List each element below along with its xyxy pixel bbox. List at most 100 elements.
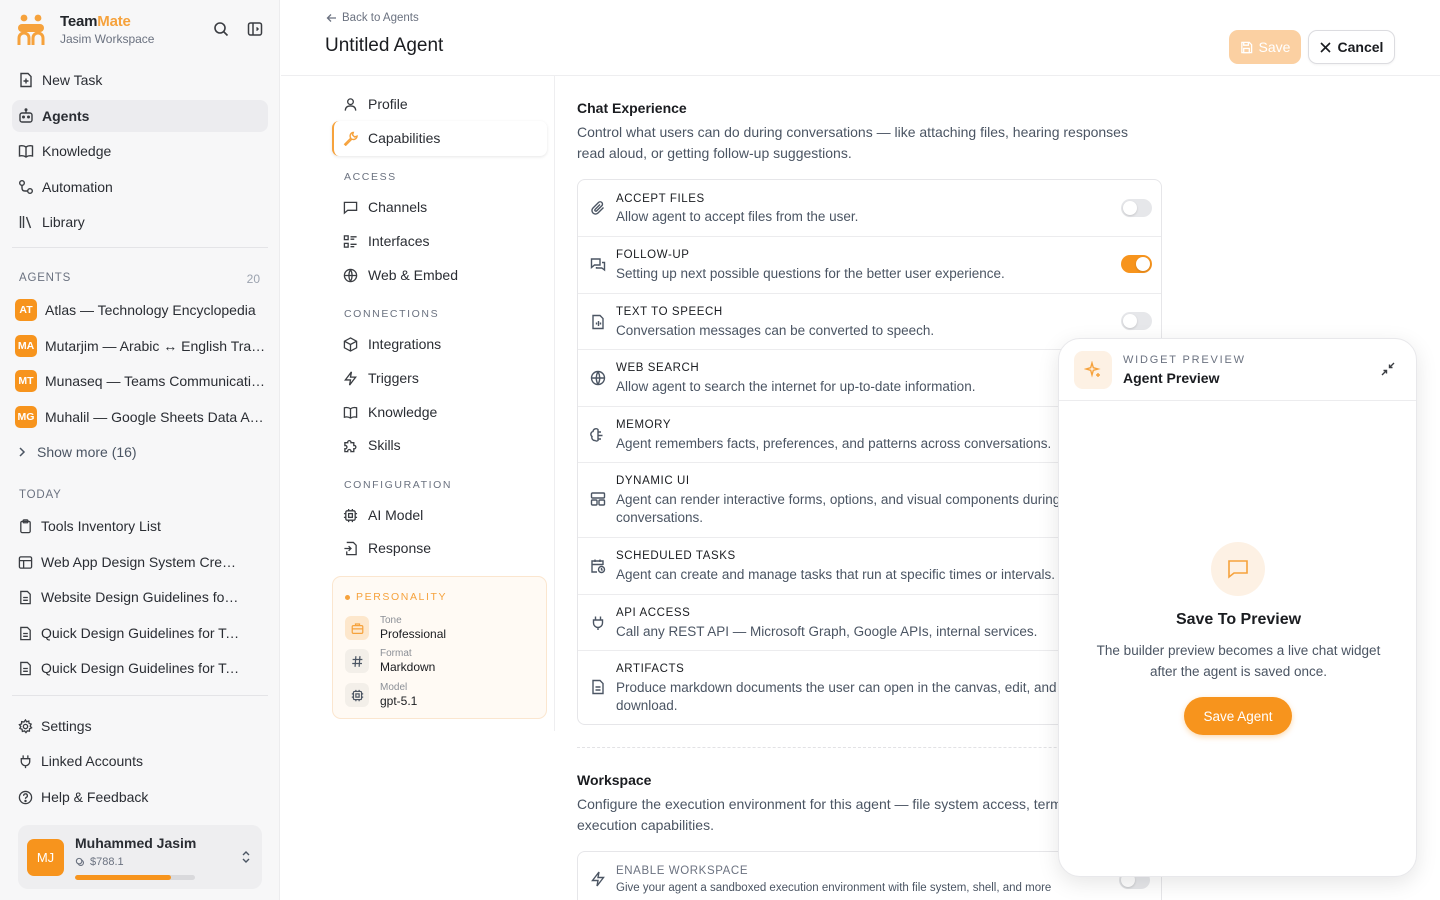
task-name: Website Design Guidelines for Teams	[41, 589, 243, 605]
response-icon	[343, 541, 358, 556]
document-icon	[18, 590, 33, 605]
settings-nav-triggers[interactable]: Triggers	[343, 366, 419, 390]
text-to-speech-toggle[interactable]	[1121, 312, 1152, 330]
cpu-icon	[343, 508, 358, 523]
toggle-knob	[1123, 201, 1137, 215]
capability-name: WEB SEARCH	[616, 362, 700, 374]
capability-description: Allow agent to search the internet for u…	[616, 379, 976, 394]
help-link[interactable]: Help & Feedback	[18, 786, 268, 808]
task-item[interactable]: Web App Design System Creation	[18, 551, 243, 573]
settings-nav-profile[interactable]: Profile	[343, 92, 408, 116]
task-item[interactable]: Quick Design Guidelines for Teams	[18, 622, 243, 644]
clipboard-icon	[18, 518, 33, 534]
back-to-agents-link[interactable]: Back to Agents	[326, 12, 419, 24]
sidebar-divider	[12, 695, 268, 696]
search-icon[interactable]	[213, 21, 229, 37]
brand-name: TeamMate	[60, 13, 154, 30]
header-divider	[281, 75, 1440, 76]
accept-files-toggle[interactable]	[1121, 199, 1152, 217]
personality-row-tone: Tone Professional	[345, 615, 446, 641]
save-button[interactable]: Save	[1229, 30, 1301, 64]
plug-icon	[18, 754, 33, 769]
task-item[interactable]: Quick Design Guidelines for Teams	[18, 657, 243, 679]
settings-nav-label: Triggers	[368, 370, 419, 386]
new-task-icon	[18, 72, 34, 88]
settings-nav-capabilities[interactable]: Capabilities	[343, 126, 440, 150]
nav-library[interactable]: Library	[12, 206, 268, 238]
teammate-logo-icon	[16, 12, 46, 46]
nav-label: Linked Accounts	[41, 753, 143, 769]
nav-label: New Task	[42, 72, 103, 88]
settings-nav-interfaces[interactable]: Interfaces	[343, 229, 429, 253]
agent-item[interactable]: MT Munaseq — Teams Communication Agent	[15, 369, 267, 393]
close-icon	[1319, 41, 1331, 53]
brand[interactable]: TeamMate Jasim Workspace	[16, 12, 154, 46]
settings-nav-label: Skills	[368, 437, 401, 453]
settings-nav-integrations[interactable]: Integrations	[343, 332, 441, 356]
capability-name: FOLLOW-UP	[616, 249, 690, 261]
collapse-sidebar-icon[interactable]	[247, 21, 263, 37]
nav-linked-accounts[interactable]: Linked Accounts	[18, 750, 268, 772]
task-item[interactable]: Website Design Guidelines for Teams	[18, 586, 243, 608]
nav-label: Knowledge	[42, 143, 112, 159]
calendar-clock-icon	[590, 558, 606, 574]
settings-nav-skills[interactable]: Skills	[343, 433, 401, 457]
settings-nav-label: Interfaces	[368, 233, 430, 249]
main-nav: New Task Agents Knowledge Automation Lib…	[12, 64, 268, 242]
show-more-agents[interactable]: Show more (16)	[18, 444, 137, 460]
settings-nav-label: AI Model	[368, 507, 424, 523]
personality-heading: PERSONALITY	[345, 591, 447, 603]
nav-help-feedback[interactable]: Help & Feedback	[18, 786, 268, 808]
settings-nav-label: Knowledge	[368, 404, 438, 420]
settings-nav-label: Web & Embed	[368, 267, 459, 283]
paperclip-icon	[590, 200, 606, 216]
agent-item[interactable]: AT Atlas — Technology Encyclopedia	[15, 298, 267, 322]
agent-item[interactable]: MG Muhalil — Google Sheets Data Analyst	[15, 405, 267, 429]
capability-description: Give your agent a sandboxed execution en…	[616, 882, 1052, 894]
save-agent-button[interactable]: Save Agent	[1184, 697, 1292, 735]
settings-nav-knowledge[interactable]: Knowledge	[343, 400, 437, 424]
hash-icon	[345, 649, 369, 673]
capability-description: Agent can create and manage tasks that r…	[616, 567, 1055, 582]
settings-nav-ai-model[interactable]: AI Model	[343, 503, 423, 527]
sidebar-top-actions	[213, 21, 263, 37]
settings-nav-web-embed[interactable]: Web & Embed	[343, 263, 458, 287]
chevron-up-down-icon[interactable]	[240, 849, 252, 865]
save-label: Save	[1258, 39, 1291, 55]
nav-knowledge[interactable]: Knowledge	[12, 135, 268, 167]
capability-name: TEXT TO SPEECH	[616, 306, 723, 318]
nav-automation[interactable]: Automation	[12, 171, 268, 203]
settings-nav-response[interactable]: Response	[343, 536, 431, 560]
chat-experience-title: Chat Experience	[577, 100, 687, 116]
minimize-icon[interactable]	[1380, 361, 1396, 377]
widget-preview-header: WIDGET PREVIEW Agent Preview	[1059, 339, 1416, 401]
task-item[interactable]: Tools Inventory List	[18, 515, 243, 537]
settings-nav-divider	[554, 76, 555, 731]
today-section-label: TODAY	[19, 489, 62, 501]
globe-icon	[590, 370, 606, 386]
agent-name: Munaseq — Teams Communication Agent	[45, 373, 267, 389]
capability-name: ARTIFACTS	[616, 663, 685, 675]
user-card[interactable]: MJ Muhammed Jasim $788.1	[18, 825, 262, 889]
follow-up-toggle[interactable]	[1121, 255, 1152, 273]
linked-accounts-link[interactable]: Linked Accounts	[18, 750, 268, 772]
settings-link[interactable]: Settings	[18, 715, 268, 737]
personality-value: gpt-5.1	[380, 694, 418, 708]
capability-description: Allow agent to accept files from the use…	[616, 209, 859, 224]
task-name: Web App Design System Creation	[41, 554, 243, 570]
cancel-button[interactable]: Cancel	[1308, 30, 1395, 64]
agent-item[interactable]: MA Mutarjim — Arabic ↔ English Translato…	[15, 334, 267, 358]
settings-nav-channels[interactable]: Channels	[343, 195, 427, 219]
cancel-label: Cancel	[1337, 39, 1384, 55]
library-icon	[18, 214, 34, 230]
widget-preview-title: Agent Preview	[1123, 370, 1220, 386]
nav-agents[interactable]: Agents	[12, 99, 268, 132]
capability-name: ACCEPT FILES	[616, 193, 705, 205]
credit-progress-fill	[75, 875, 171, 880]
nav-settings[interactable]: Settings	[18, 715, 268, 737]
nav-new-task[interactable]: New Task	[12, 64, 268, 96]
brain-icon	[590, 427, 606, 443]
nav-label: Settings	[41, 718, 92, 734]
message-square-icon	[343, 200, 358, 215]
settings-nav-label: Profile	[368, 96, 408, 112]
